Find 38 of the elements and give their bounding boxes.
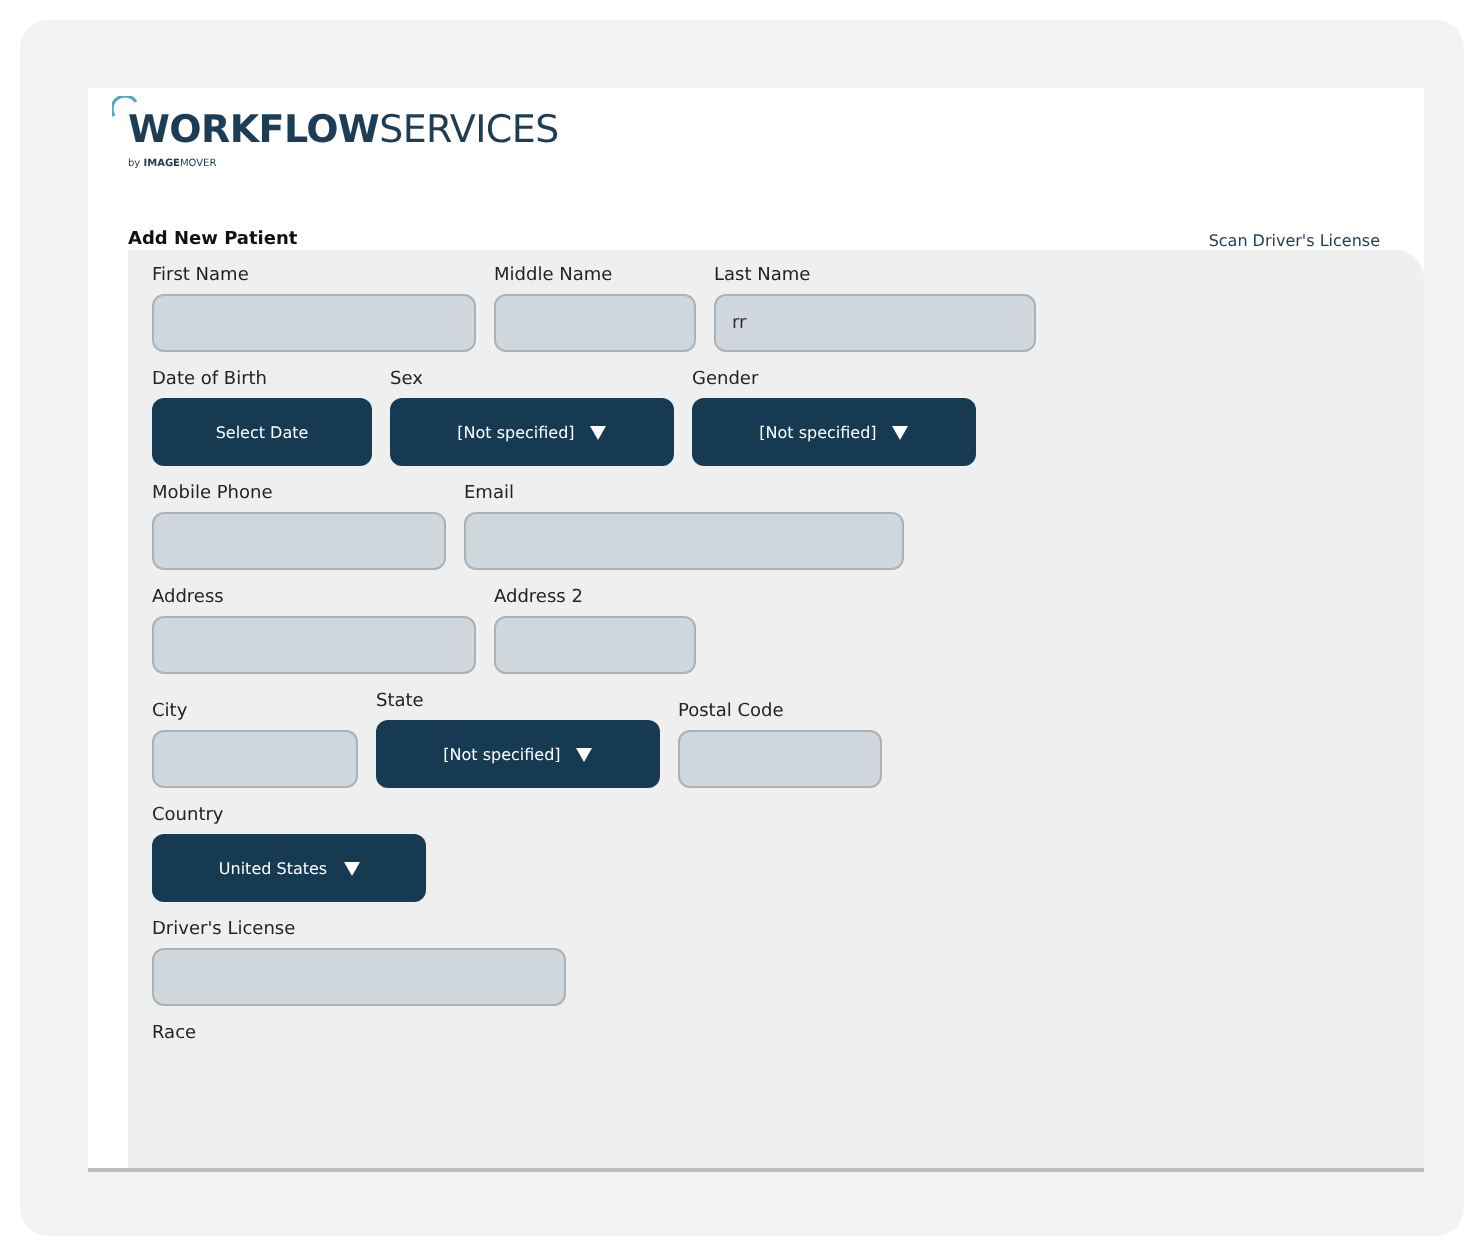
scan-license-link[interactable]: Scan Driver's License: [1208, 232, 1380, 250]
dropdown[interactable]: [Not specified]: [376, 720, 660, 788]
field-label: Country: [152, 806, 226, 826]
field-label: Driver's License: [152, 920, 298, 940]
input-field[interactable]: [152, 730, 358, 788]
field-label: Sex: [390, 370, 425, 390]
field-label: Race: [152, 1024, 199, 1044]
dropdown[interactable]: [Not specified]: [692, 398, 976, 466]
input-field[interactable]: [494, 294, 696, 352]
field-label: Address 2: [494, 588, 585, 608]
field-label: Address: [152, 588, 226, 608]
field-label: Gender: [692, 370, 761, 390]
dropdown[interactable]: United States: [152, 834, 426, 902]
input-field[interactable]: [152, 948, 566, 1006]
input-field[interactable]: [494, 616, 696, 674]
caret-icon: [343, 861, 360, 875]
select-date-button[interactable]: Select Date: [152, 398, 372, 466]
field-label: Email: [464, 484, 516, 504]
field-label: State: [376, 692, 426, 712]
input-field[interactable]: [678, 730, 882, 788]
field-label: Date of Birth: [152, 370, 270, 390]
input-field[interactable]: rr: [714, 294, 1036, 352]
form-title: Add New Patient: [128, 230, 298, 250]
field-label: City: [152, 702, 190, 722]
caret-icon: [892, 425, 909, 439]
field-label: Postal Code: [678, 702, 786, 722]
field-label: Middle Name: [494, 266, 615, 286]
logo-wordmark: WORKFLOWSERVICES: [128, 108, 559, 152]
input-field[interactable]: [464, 512, 904, 570]
input-field[interactable]: [152, 294, 476, 352]
input-field[interactable]: [152, 512, 446, 570]
field-label: First Name: [152, 266, 251, 286]
dropdown[interactable]: [Not specified]: [390, 398, 674, 466]
field-label: Last Name: [714, 266, 813, 286]
caret-icon: [590, 425, 607, 439]
caret-icon: [576, 747, 593, 761]
input-field[interactable]: [152, 616, 476, 674]
field-label: Mobile Phone: [152, 484, 275, 504]
